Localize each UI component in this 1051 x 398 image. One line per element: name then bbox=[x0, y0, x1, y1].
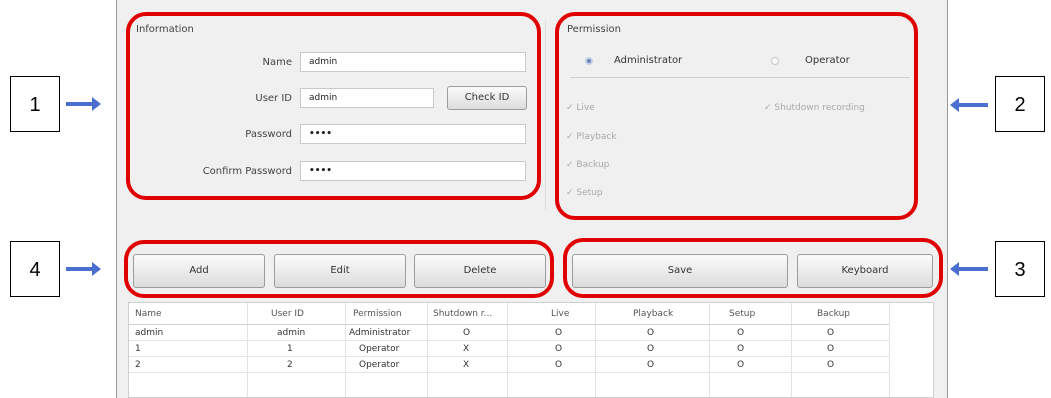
cell-setup: O bbox=[737, 328, 745, 338]
callout-2: 2 bbox=[995, 76, 1045, 132]
header-shutdown[interactable]: Shutdown r... bbox=[433, 309, 492, 319]
cell-setup: O bbox=[737, 344, 745, 354]
cell-backup: O bbox=[827, 360, 835, 370]
cell-live: O bbox=[555, 328, 563, 338]
header-userid[interactable]: User ID bbox=[271, 309, 304, 319]
cell-live: O bbox=[555, 360, 563, 370]
cell-permission: Operator bbox=[359, 360, 400, 370]
cell-playback: O bbox=[647, 360, 655, 370]
highlight-information bbox=[126, 12, 541, 200]
user-table: Name User ID Permission Shutdown r... Li… bbox=[128, 302, 934, 398]
highlight-save-buttons bbox=[563, 238, 943, 298]
cell-setup: O bbox=[737, 360, 745, 370]
cell-shutdown: O bbox=[463, 328, 471, 338]
callout-1: 1 bbox=[10, 76, 60, 132]
cell-shutdown: X bbox=[463, 344, 470, 354]
header-playback[interactable]: Playback bbox=[633, 309, 673, 319]
cell-backup: O bbox=[827, 344, 835, 354]
arrow-right-icon bbox=[66, 97, 101, 111]
highlight-permission bbox=[555, 12, 918, 220]
cell-userid: 1 bbox=[287, 344, 293, 354]
cell-name: admin bbox=[135, 328, 164, 338]
header-backup[interactable]: Backup bbox=[817, 309, 850, 319]
callout-4: 4 bbox=[10, 241, 60, 297]
group-divider bbox=[545, 20, 546, 210]
cell-userid: 2 bbox=[287, 360, 293, 370]
callout-3: 3 bbox=[995, 241, 1045, 297]
cell-name: 1 bbox=[135, 344, 141, 354]
cell-playback: O bbox=[647, 328, 655, 338]
arrow-left-icon bbox=[950, 98, 988, 112]
highlight-edit-buttons bbox=[124, 240, 554, 298]
cell-live: O bbox=[555, 344, 563, 354]
arrow-left-icon bbox=[950, 262, 988, 276]
cell-userid: admin bbox=[277, 328, 306, 338]
arrow-right-icon bbox=[66, 262, 101, 276]
cell-name: 2 bbox=[135, 360, 141, 370]
header-permission[interactable]: Permission bbox=[353, 309, 402, 319]
cell-playback: O bbox=[647, 344, 655, 354]
cell-backup: O bbox=[827, 328, 835, 338]
cell-permission: Operator bbox=[359, 344, 400, 354]
header-name[interactable]: Name bbox=[135, 309, 162, 319]
header-setup[interactable]: Setup bbox=[729, 309, 755, 319]
cell-shutdown: X bbox=[463, 360, 470, 370]
cell-permission: Administrator bbox=[349, 328, 411, 338]
header-live[interactable]: Live bbox=[551, 309, 569, 319]
